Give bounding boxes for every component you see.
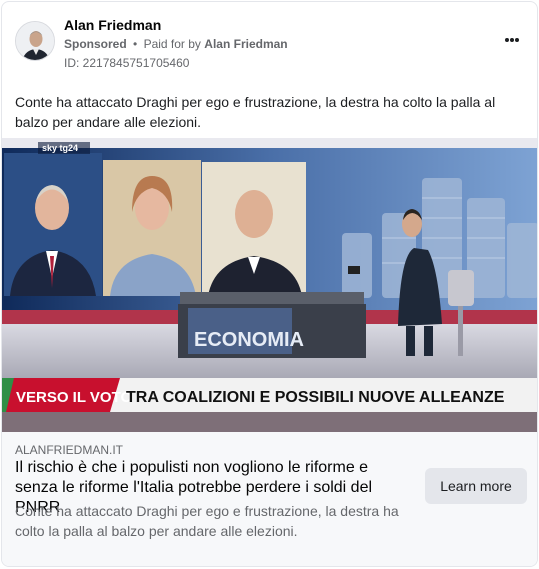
tv-studio-image: sky tg24 ECONOMIA VERSO IL VOTO TRA COAL…	[2, 138, 537, 432]
sponsor-meta: Sponsored • Paid for by Alan Friedman	[64, 37, 288, 51]
paid-for-prefix: Paid for by	[143, 37, 201, 51]
dot	[515, 38, 519, 42]
profile-photo	[16, 22, 54, 60]
link-domain: ALANFRIEDMAN.IT	[15, 443, 124, 457]
lower-third-tag: VERSO IL VOTO	[16, 389, 132, 406]
lower-third-headline: TRA COALIZIONI E POSSIBILI NUOVE ALLEANZ…	[126, 389, 505, 406]
post-primary-text: Conte ha attaccato Draghi per ego e frus…	[15, 94, 496, 130]
ad-id: ID: 2217845751705460	[64, 56, 190, 70]
meta-separator: •	[133, 37, 138, 51]
dot	[510, 38, 514, 42]
channel-logo: sky tg24	[42, 143, 78, 153]
desk-logo: ECONOMIA	[194, 329, 304, 351]
sponsored-post-card: Alan Friedman Sponsored • Paid for by Al…	[1, 1, 538, 567]
sponsored-label: Sponsored	[64, 37, 127, 51]
link-description: Conte ha attaccato Draghi per ego e frus…	[15, 503, 399, 539]
learn-more-button[interactable]: Learn more	[425, 468, 527, 504]
payer-name[interactable]: Alan Friedman	[204, 37, 287, 51]
page-name[interactable]: Alan Friedman	[64, 17, 161, 33]
ad-image[interactable]: sky tg24 ECONOMIA VERSO IL VOTO TRA COAL…	[2, 138, 537, 432]
link-preview[interactable]: ALANFRIEDMAN.IT Il rischio è che i popul…	[2, 432, 537, 566]
dot	[505, 38, 509, 42]
avatar[interactable]	[15, 21, 55, 61]
post-header: Alan Friedman Sponsored • Paid for by Al…	[2, 2, 537, 82]
ellipsis-icon[interactable]	[505, 30, 519, 50]
